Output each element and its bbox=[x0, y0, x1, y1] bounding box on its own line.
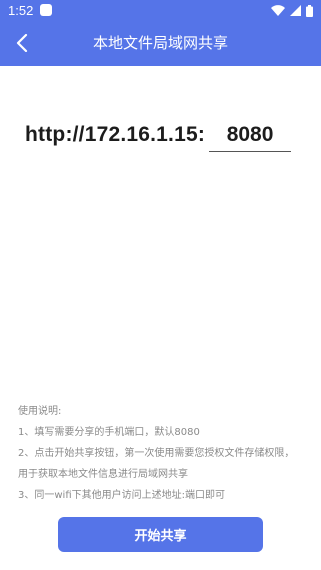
app-bar: 本地文件局域网共享 bbox=[0, 21, 321, 66]
wifi-icon bbox=[271, 5, 285, 16]
page-title: 本地文件局域网共享 bbox=[92, 34, 228, 52]
chevron-left-icon bbox=[16, 34, 28, 52]
status-time: 1:52 bbox=[8, 3, 34, 18]
battery-icon bbox=[306, 4, 313, 17]
signal-icon bbox=[290, 5, 301, 16]
app-notification-icon bbox=[40, 4, 52, 16]
port-input[interactable] bbox=[210, 122, 291, 147]
status-bar: 1:52 bbox=[0, 0, 321, 21]
instruction-item: 1、填写需要分享的手机端口，默认8080 bbox=[18, 427, 200, 438]
address-row: http://172.16.1.15: bbox=[25, 118, 292, 152]
instruction-item: 2、点击开始共享按钮，第一次使用需要您授权文件存储权限，用于获取本地文件信息进行… bbox=[18, 448, 295, 480]
instructions-heading: 使用说明: bbox=[18, 406, 62, 417]
back-button[interactable] bbox=[8, 29, 36, 57]
start-sharing-button[interactable]: 开始共享 bbox=[58, 517, 263, 552]
port-field[interactable] bbox=[209, 118, 292, 152]
url-prefix: http://172.16.1.15: bbox=[25, 123, 206, 146]
status-icons bbox=[271, 3, 313, 18]
instruction-item: 3、同一wifi下其他用户访问上述地址:端口即可 bbox=[18, 490, 225, 501]
screen: 1:52 本地文件局域网共享 http://172.16.1.15: 8080 … bbox=[0, 0, 321, 570]
instructions: 使用说明: 1、填写需要分享的手机端口，默认8080 2、点击开始共享按钮，第一… bbox=[18, 401, 303, 506]
